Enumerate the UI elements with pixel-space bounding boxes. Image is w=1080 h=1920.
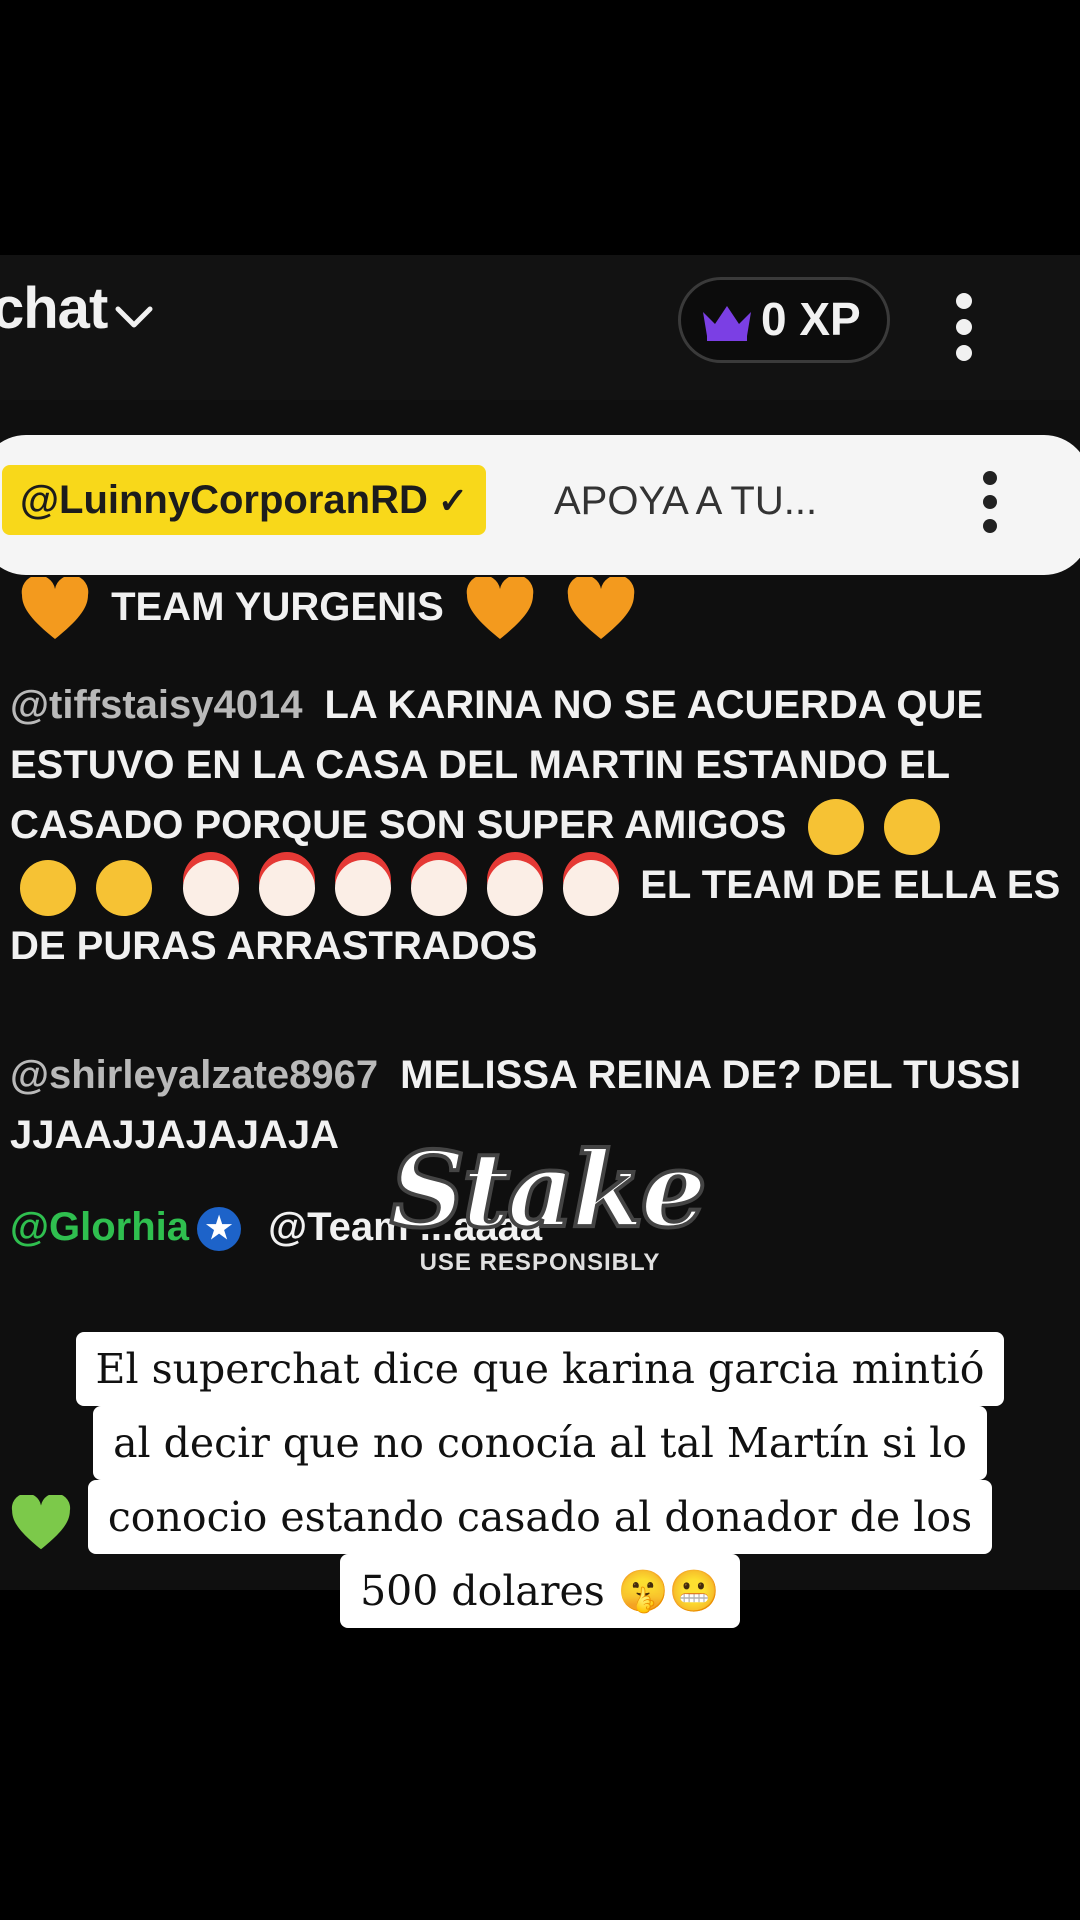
stake-tagline: USE RESPONSIBLY bbox=[419, 1249, 661, 1276]
chevron-down-icon[interactable] bbox=[110, 293, 158, 341]
pinned-more-icon[interactable] bbox=[980, 471, 1000, 541]
pinned-message-banner[interactable]: @LuinnyCorporanRD ✓ APOYA A TU... bbox=[0, 435, 1080, 575]
pinned-username[interactable]: @LuinnyCorporanRD ✓ bbox=[2, 465, 487, 535]
clown-emoji-icon bbox=[411, 859, 468, 916]
xp-pill-button[interactable]: 0 XP bbox=[678, 277, 890, 363]
clown-emoji-icon bbox=[563, 859, 620, 916]
message-author[interactable]: @shirleyalzate8967 bbox=[10, 1053, 378, 1097]
clown-emoji-icon bbox=[259, 859, 316, 916]
caption-line: conocio estando casado al donador de los bbox=[87, 1480, 993, 1554]
crown-icon bbox=[703, 306, 751, 341]
video-caption: El superchat dice que karina garcia mint… bbox=[0, 1332, 1080, 1628]
stake-watermark: Stake USE RESPONSIBLY bbox=[388, 1128, 709, 1295]
chat-message: TEAM YURGENIS bbox=[10, 577, 1070, 641]
orange-heart-icon bbox=[466, 577, 534, 640]
more-options-icon[interactable] bbox=[952, 293, 976, 365]
orange-heart-icon bbox=[21, 577, 89, 640]
pinned-message-text: APOYA A TU... bbox=[554, 479, 818, 523]
caption-line: El superchat dice que karina garcia mint… bbox=[75, 1332, 1005, 1406]
message-author[interactable]: @Glorhia bbox=[10, 1205, 189, 1249]
orange-heart-icon bbox=[567, 577, 635, 640]
rofl-emoji-icon bbox=[883, 799, 940, 856]
chat-message: @tiffstaisy4014 LA KARINA NO SE ACUERDA Q… bbox=[10, 675, 1070, 976]
clown-emoji-icon bbox=[335, 859, 392, 916]
rofl-emoji-icon bbox=[807, 799, 864, 856]
message-author[interactable]: @tiffstaisy4014 bbox=[10, 683, 302, 727]
clown-emoji-icon bbox=[183, 859, 240, 916]
rofl-emoji-icon bbox=[96, 859, 152, 916]
chat-header: chat 0 XP bbox=[0, 255, 1080, 400]
clown-emoji-icon bbox=[487, 859, 544, 916]
xp-label: 0 XP bbox=[761, 293, 861, 345]
chat-title: chat bbox=[0, 276, 108, 341]
stake-logo: Stake bbox=[388, 1128, 709, 1251]
star-badge-icon: ★ bbox=[197, 1207, 242, 1252]
rofl-emoji-icon bbox=[20, 859, 76, 916]
message-text: TEAM YURGENIS bbox=[111, 585, 444, 629]
verified-check-icon: ✓ bbox=[437, 480, 469, 521]
caption-line: 500 dolares 🤫😬 bbox=[340, 1554, 740, 1628]
caption-line: al decir que no conocía al tal Martín si… bbox=[93, 1406, 987, 1480]
